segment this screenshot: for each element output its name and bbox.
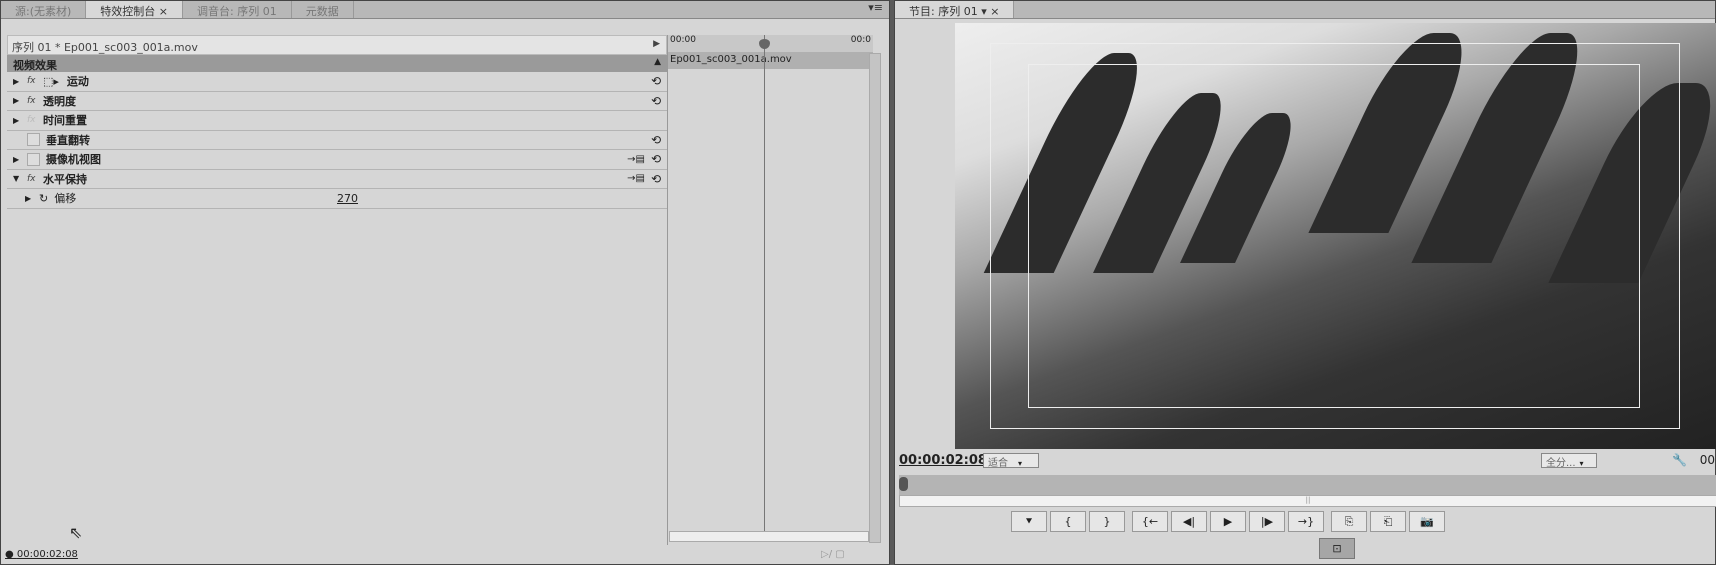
fx-toggle-icon[interactable]: fx xyxy=(27,115,43,125)
resolution-value: 全分... xyxy=(1546,458,1576,469)
expand-icon[interactable]: ▶ xyxy=(25,194,39,203)
program-video-frame[interactable] xyxy=(955,23,1716,449)
timecode-text: 00:00:02:08 xyxy=(16,549,78,560)
effect-label: 水平保持 xyxy=(43,172,87,186)
timeline-clip[interactable]: Ep001_sc003_001a.mov xyxy=(668,52,873,69)
extract-button[interactable]: ⎗ xyxy=(1370,511,1406,532)
transport-buttons: ⯆ { } {← ◀| ▶ |▶ →} ⎘ ⎗ 📷 xyxy=(1011,511,1445,532)
fx-toggle-icon[interactable]: fx xyxy=(27,96,43,106)
ruler-end: 00:0 xyxy=(850,35,871,45)
reset-icon[interactable]: ⟲ xyxy=(651,133,661,147)
zoom-value: 适合 xyxy=(988,458,1008,469)
go-to-out-button[interactable]: →} xyxy=(1288,511,1324,532)
effect-row-horizontal-hold[interactable]: ▼ fx 水平保持 →▤ ⟲ xyxy=(7,170,667,189)
stopwatch-icon[interactable]: ↻ xyxy=(39,192,48,205)
vertical-scrollbar[interactable] xyxy=(869,53,881,543)
timeline-footer-icons[interactable]: ▷/ ▢ xyxy=(821,549,845,560)
program-tab-label: 节目: 序列 01 xyxy=(909,5,978,18)
effect-row-opacity[interactable]: ▶ fx 透明度 ⟲ xyxy=(7,92,667,111)
horizontal-scrollbar[interactable] xyxy=(669,531,869,542)
fx-toggle-box[interactable] xyxy=(27,152,40,166)
expand-icon[interactable]: ▶ xyxy=(13,155,27,164)
tab-audio-mixer[interactable]: 调音台: 序列 01 xyxy=(183,1,292,18)
effect-label: 运动 xyxy=(66,75,89,89)
playhead-line[interactable] xyxy=(764,35,765,533)
param-row-offset[interactable]: ▶ ↻ 偏移 270 xyxy=(7,189,667,209)
effect-row-camera-view[interactable]: ▶ 摄像机视图 →▤ ⟲ xyxy=(7,150,667,170)
step-back-button[interactable]: ◀| xyxy=(1171,511,1207,532)
expand-icon[interactable]: ▶ xyxy=(13,116,27,125)
effect-label: 透明度 xyxy=(43,94,76,108)
zoom-scrollbar[interactable]: || xyxy=(899,495,1716,507)
effect-row-time-remap[interactable]: ▶ fx 时间重置 xyxy=(7,111,667,131)
effect-label: 垂直翻转 xyxy=(46,133,90,147)
go-to-in-button[interactable]: {← xyxy=(1132,511,1168,532)
program-timecode[interactable]: 00:00:02:08 xyxy=(899,453,987,468)
effect-row-motion[interactable]: ▶ fx ⬚▸ 运动 ⟲ xyxy=(7,72,667,92)
step-forward-button[interactable]: |▶ xyxy=(1249,511,1285,532)
current-timecode[interactable]: ● 00:00:02:08 xyxy=(5,549,78,560)
resolution-select[interactable]: 全分... ▾ xyxy=(1541,453,1597,469)
effects-list: 序列 01 * Ep001_sc003_001a.mov ▶ 视频效果 ▲ ▶ fx ⬚… xyxy=(7,35,667,535)
reset-icon[interactable]: ⟲ xyxy=(651,152,661,166)
reset-icon[interactable]: ⟲ xyxy=(651,74,661,88)
monitor-controls: 00:00:02:08 适合 ▾ 全分... ▾ 🔧 00 xyxy=(895,453,1716,473)
playhead-handle[interactable] xyxy=(899,477,908,491)
lift-button[interactable]: ⎘ xyxy=(1331,511,1367,532)
effect-label: 摄像机视图 xyxy=(46,153,101,167)
transform-icon[interactable]: ⬚▸ xyxy=(43,75,59,88)
fx-toggle-icon[interactable]: fx xyxy=(27,76,43,86)
expand-icon[interactable]: ▶ xyxy=(13,77,27,86)
mouse-cursor-icon: ⇖ xyxy=(69,523,83,542)
clip-name: 序列 01 * Ep001_sc003_001a.mov xyxy=(12,41,198,54)
reset-icon[interactable]: ⟲ xyxy=(651,94,661,108)
play-button[interactable]: ▶ xyxy=(1210,511,1246,532)
ruler-start: 00:00 xyxy=(670,35,696,45)
zoom-select[interactable]: 适合 ▾ xyxy=(983,453,1039,469)
setup-dialog-icon[interactable]: →▤ xyxy=(627,154,645,165)
setup-dialog-icon[interactable]: →▤ xyxy=(627,173,645,184)
effect-label: 时间重置 xyxy=(43,114,87,128)
reset-icon[interactable]: ⟲ xyxy=(651,172,661,186)
fx-toggle-icon[interactable]: fx xyxy=(27,174,43,184)
tab-program[interactable]: 节目: 序列 01 ▾ × xyxy=(895,1,1015,18)
left-tab-bar: 源:(无素材) 特效控制台 × 调音台: 序列 01 元数据 ▾≡ xyxy=(1,1,889,19)
mini-timeline[interactable] xyxy=(899,475,1716,495)
title-safe-guide xyxy=(1028,64,1640,408)
expand-icon[interactable]: ▼ xyxy=(13,174,27,183)
safe-margins-button[interactable]: ⊡ xyxy=(1319,538,1355,559)
offset-value[interactable]: 270 xyxy=(337,192,358,205)
show-timeline-icon[interactable]: ▶ xyxy=(653,39,660,49)
program-monitor-panel: 节目: 序列 01 ▾ × 00:00:02:08 适合 ▾ 全分... ▾ 🔧 0… xyxy=(894,0,1716,565)
effect-row-vertical-flip[interactable]: 垂直翻转 ⟲ xyxy=(7,131,667,150)
tab-metadata[interactable]: 元数据 xyxy=(292,1,354,18)
mark-in-button[interactable]: { xyxy=(1050,511,1086,532)
section-label: 视频效果 xyxy=(13,59,57,72)
wrench-icon[interactable]: 🔧 xyxy=(1672,453,1687,467)
effect-controls-panel: 源:(无素材) 特效控制台 × 调音台: 序列 01 元数据 ▾≡ 序列 01 … xyxy=(0,0,890,565)
add-marker-button[interactable]: ⯆ xyxy=(1011,511,1047,532)
video-effects-section: 视频效果 ▲ xyxy=(7,55,667,72)
panel-menu-icon[interactable]: ▾≡ xyxy=(862,1,889,18)
mark-out-button[interactable]: } xyxy=(1089,511,1125,532)
time-ruler[interactable]: 00:00 00:0 xyxy=(668,35,873,52)
expand-icon[interactable]: ▶ xyxy=(13,96,27,105)
duration-timecode: 00 xyxy=(1699,453,1715,467)
right-tab-bar: 节目: 序列 01 ▾ × xyxy=(895,1,1715,19)
effect-timeline[interactable]: 00:00 00:0 Ep001_sc003_001a.mov xyxy=(667,35,873,545)
export-frame-button[interactable]: 📷 xyxy=(1409,511,1445,532)
param-label: 偏移 xyxy=(54,192,77,206)
fx-toggle-box[interactable] xyxy=(27,133,40,147)
clip-header: 序列 01 * Ep001_sc003_001a.mov ▶ xyxy=(7,35,667,55)
tab-effect-controls[interactable]: 特效控制台 × xyxy=(86,1,184,18)
collapse-icon[interactable]: ▲ xyxy=(654,57,661,67)
tab-source[interactable]: 源:(无素材) xyxy=(1,1,87,18)
